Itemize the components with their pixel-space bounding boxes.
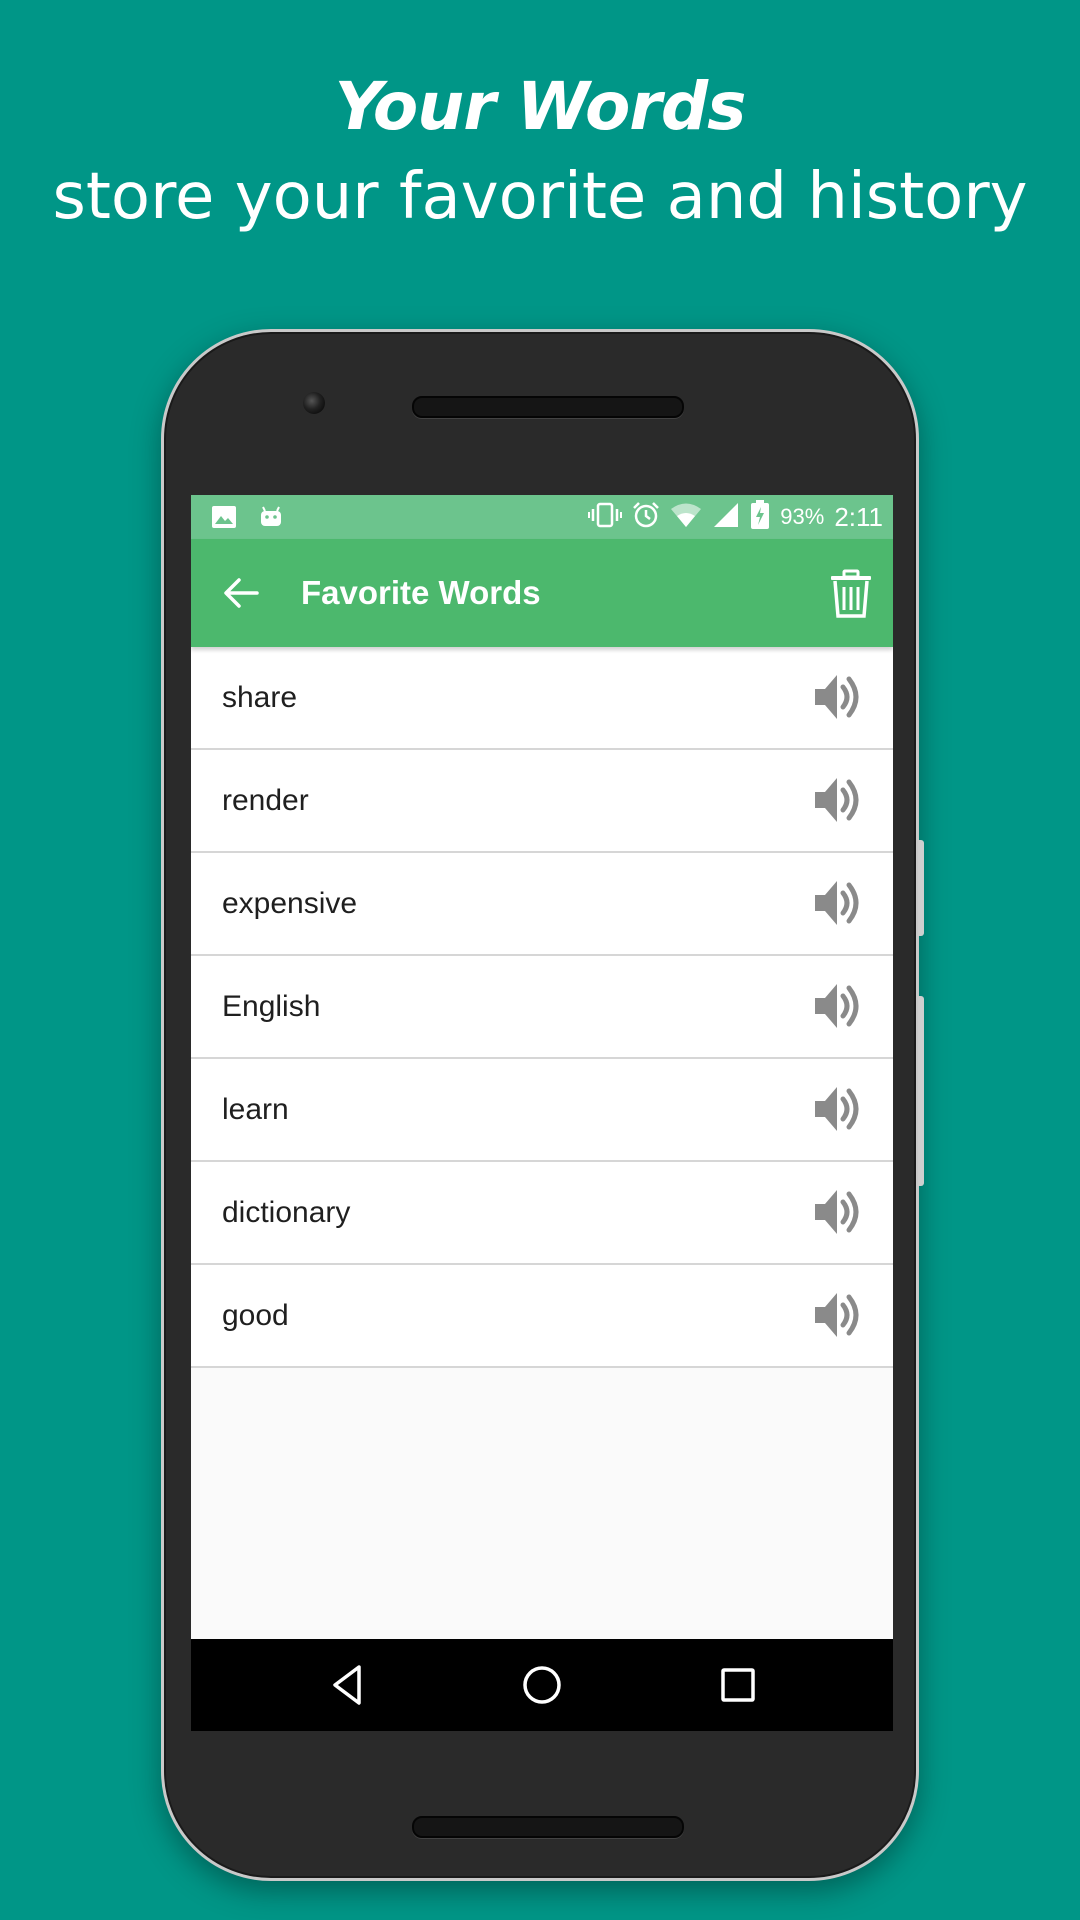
- battery-percent: 93%: [780, 504, 825, 529]
- app-title: Favorite Words: [301, 574, 541, 611]
- word-label: expensive: [222, 886, 358, 920]
- recents-square-icon[interactable]: [714, 1661, 762, 1709]
- phone-screen: 93% 2:11 Favorite Words share render exp…: [191, 495, 893, 1731]
- status-bar: 93% 2:11: [191, 495, 893, 539]
- top-speaker: [412, 396, 684, 418]
- promo-headline: Your Words store your favorite and histo…: [0, 62, 1080, 242]
- speaker-icon[interactable]: [813, 1186, 865, 1238]
- bottom-speaker: [412, 1816, 684, 1838]
- front-camera: [303, 392, 325, 414]
- back-triangle-icon[interactable]: [325, 1661, 373, 1709]
- list-item[interactable]: English: [191, 956, 893, 1059]
- word-label: render: [222, 783, 309, 817]
- speaker-icon[interactable]: [813, 774, 865, 826]
- vibrate-icon: [588, 502, 623, 533]
- speaker-icon[interactable]: [813, 1289, 865, 1341]
- app-bar: Favorite Words: [191, 539, 893, 647]
- clock: 2:11: [834, 501, 883, 532]
- promo-subtitle: store your favorite and history: [52, 160, 1028, 234]
- word-label: good: [222, 1298, 289, 1332]
- arrow-back-icon[interactable]: [221, 573, 261, 613]
- system-nav-bar: [191, 1639, 893, 1731]
- list-item[interactable]: dictionary: [191, 1162, 893, 1265]
- list-item[interactable]: good: [191, 1265, 893, 1368]
- speaker-icon[interactable]: [813, 980, 865, 1032]
- power-button: [918, 996, 924, 1186]
- list-item[interactable]: render: [191, 750, 893, 853]
- word-label: share: [222, 680, 298, 714]
- promo-title: Your Words: [334, 68, 747, 145]
- speaker-icon[interactable]: [813, 671, 865, 723]
- trash-icon[interactable]: [829, 569, 873, 619]
- word-label: learn: [222, 1092, 289, 1126]
- alarm-icon: [632, 501, 660, 534]
- wifi-icon: [670, 502, 702, 533]
- list-item[interactable]: expensive: [191, 853, 893, 956]
- word-label: English: [222, 989, 321, 1023]
- home-circle-icon[interactable]: [518, 1661, 566, 1709]
- image-icon: [211, 505, 237, 534]
- android-icon: [259, 505, 283, 534]
- speaker-icon[interactable]: [813, 1083, 865, 1135]
- signal-icon: [712, 501, 740, 534]
- list-item[interactable]: share: [191, 647, 893, 750]
- speaker-icon[interactable]: [813, 877, 865, 929]
- phone-frame: 93% 2:11 Favorite Words share render exp…: [161, 329, 924, 1881]
- word-label: dictionary: [222, 1195, 351, 1229]
- list-item[interactable]: learn: [191, 1059, 893, 1162]
- status-right-group: 93% 2:11: [588, 495, 883, 539]
- favorite-words-list: share render expensive English learn dic…: [191, 647, 893, 1368]
- battery-charging-icon: [750, 499, 770, 535]
- volume-button: [918, 840, 924, 936]
